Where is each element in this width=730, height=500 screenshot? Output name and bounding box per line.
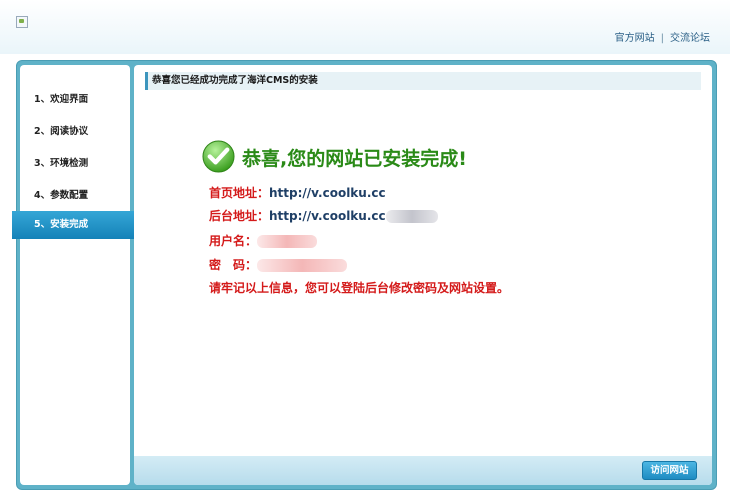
redacted-admin-path <box>385 210 438 223</box>
visit-site-button[interactable]: 访问网站 <box>642 461 697 480</box>
main-panel: 恭喜您已经成功完成了海洋CMS的安装 恭喜,您的网站已安装完成! 首页地址：ht… <box>134 65 712 485</box>
page-title: 恭喜您已经成功完成了海洋CMS的安装 <box>145 72 701 90</box>
success-message: 恭喜,您的网站已安装完成! <box>242 148 467 170</box>
check-circle-icon <box>202 140 235 173</box>
footer-bar: 访问网站 <box>134 456 712 485</box>
steps-sidebar: 1、欢迎界面 2、阅读协议 3、环境检测 4、参数配置 5、安装完成 <box>12 65 144 485</box>
username-label: 用户名： <box>209 234 258 248</box>
redacted-username <box>257 235 318 248</box>
link-separator: | <box>660 33 664 44</box>
admin-url-value: http://v.coolku.cc <box>269 209 386 223</box>
redacted-password <box>257 259 348 272</box>
step-agreement: 2、阅读协议 <box>34 126 89 137</box>
home-url-label: 首页地址： <box>209 186 270 200</box>
official-site-link[interactable]: 官方网站 <box>615 33 655 44</box>
admin-url-row: 后台地址：http://v.coolku.cc <box>209 206 438 226</box>
broken-image-icon <box>16 16 28 28</box>
step-environment: 3、环境检测 <box>34 158 89 169</box>
reminder-note: 请牢记以上信息，您可以登陆后台修改密码及网站设置。 <box>209 281 510 295</box>
password-row: 密 码： <box>209 255 348 275</box>
forum-link[interactable]: 交流论坛 <box>670 33 710 44</box>
top-links: 官方网站 | 交流论坛 <box>615 29 710 44</box>
step-welcome: 1、欢迎界面 <box>34 94 89 105</box>
step-complete: 5、安装完成 <box>12 211 144 239</box>
username-row: 用户名： <box>209 231 318 251</box>
password-label: 密 码： <box>209 258 258 272</box>
step-config: 4、参数配置 <box>34 190 89 201</box>
header: 官方网站 | 交流论坛 <box>0 0 730 54</box>
home-url-row: 首页地址：http://v.coolku.cc <box>209 183 386 203</box>
home-url-value: http://v.coolku.cc <box>269 186 386 200</box>
admin-url-label: 后台地址： <box>209 209 270 223</box>
